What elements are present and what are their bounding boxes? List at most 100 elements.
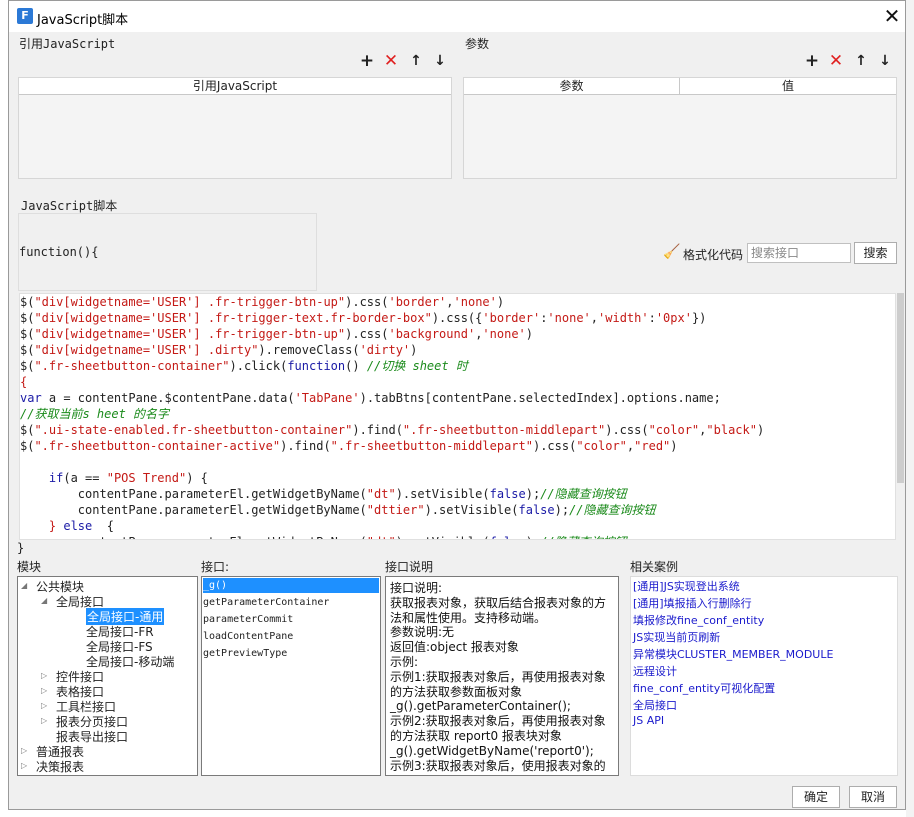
- module-tree-item[interactable]: 决策报表: [36, 758, 84, 775]
- code-editor[interactable]: $("div[widgetname='USER'] .fr-trigger-bt…: [19, 293, 896, 540]
- code-token: 'none': [453, 295, 497, 309]
- code-token: $(: [20, 423, 35, 437]
- expand-toggle-icon[interactable]: ▷: [41, 671, 47, 680]
- code-token: //切换 sheet 时: [366, 359, 468, 373]
- code-token: ) {: [186, 471, 208, 485]
- case-link[interactable]: fine_conf_entity可视化配置: [633, 680, 775, 696]
- code-token: contentPane.parameterEl.getWidgetByName(: [20, 503, 367, 517]
- description-header: 接口说明: [385, 560, 434, 574]
- brush-icon[interactable]: 🧹: [663, 244, 680, 260]
- code-token: ): [410, 343, 418, 357]
- code-token: ).css({: [431, 311, 483, 325]
- code-line[interactable]: $("div[widgetname='USER'] .fr-trigger-bt…: [20, 326, 895, 342]
- interface-item[interactable]: loadContentPane: [203, 629, 379, 644]
- ref-js-move-down-button[interactable]: ↓: [431, 52, 449, 70]
- code-token: 'TabPane': [294, 391, 360, 405]
- description-scrollbar[interactable]: [620, 576, 628, 776]
- code-line[interactable]: $("div[widgetname='USER'] .fr-trigger-bt…: [20, 294, 895, 310]
- interface-item[interactable]: _g(): [203, 578, 379, 593]
- cases-list[interactable]: [通用]JS实现登出系统 [通用]填报插入行删除行 填报修改fine_conf_en…: [630, 576, 898, 776]
- case-link[interactable]: 异常模块CLUSTER_MEMBER_MODULE: [633, 646, 833, 662]
- code-token: $(: [20, 439, 35, 453]
- code-line[interactable]: $(".ui-state-enabled.fr-sheetbutton-cont…: [20, 422, 895, 438]
- case-link[interactable]: [通用]JS实现登出系统: [633, 578, 740, 594]
- code-line[interactable]: contentPane.parameterEl.getWidgetByName(…: [20, 486, 895, 502]
- params-move-down-button[interactable]: ↓: [876, 52, 894, 70]
- expand-toggle-icon[interactable]: ▷: [41, 686, 47, 695]
- code-token: }: [20, 519, 64, 533]
- code-token: "red": [634, 439, 671, 453]
- expand-toggle-icon[interactable]: ▷: [41, 701, 47, 710]
- collapse-toggle-icon[interactable]: ◢: [41, 596, 47, 605]
- params-add-button[interactable]: +: [803, 52, 821, 70]
- cases-header: 相关案例: [630, 560, 679, 574]
- code-token: {: [92, 519, 114, 533]
- code-scrollbar-thumb[interactable]: [897, 293, 904, 483]
- code-token: ).css(: [605, 423, 649, 437]
- code-scrollbar[interactable]: [896, 293, 905, 540]
- code-line[interactable]: {: [20, 374, 895, 390]
- code-line[interactable]: $(".fr-sheetbutton-container").click(fun…: [20, 358, 895, 374]
- code-line[interactable]: contentPane.parameterEl.getWidgetByName(…: [20, 534, 895, 539]
- collapse-toggle-icon[interactable]: ◢: [21, 581, 27, 590]
- close-icon[interactable]: ✕: [881, 4, 903, 28]
- interface-item[interactable]: parameterCommit: [203, 612, 379, 627]
- code-token: ".fr-sheetbutton-container-active": [34, 439, 281, 453]
- params-column-value[interactable]: 值: [680, 78, 896, 95]
- search-interface-input[interactable]: 搜索接口: [747, 243, 851, 263]
- code-token: );: [525, 487, 541, 501]
- module-tree[interactable]: ◢ 公共模块 ◢ 全局接口 全局接口-通用 全局接口-FR 全局接口-FS 全局接口-移动端 ▷…: [17, 576, 198, 776]
- params-table[interactable]: 参数 值: [463, 77, 897, 179]
- params-move-up-button[interactable]: ↑: [852, 52, 870, 70]
- params-column-name[interactable]: 参数: [464, 78, 680, 95]
- case-link[interactable]: 全局接口: [633, 697, 677, 713]
- params-remove-button[interactable]: ✕: [827, 52, 845, 70]
- code-token: {: [20, 375, 28, 389]
- code-token: //隐藏查询按钮: [540, 535, 626, 539]
- code-token: $(: [20, 295, 35, 309]
- code-token: ).tabBtns[contentPane.selectedIndex].opt…: [359, 391, 721, 405]
- interface-item[interactable]: getParameterContainer: [203, 595, 379, 610]
- case-link[interactable]: [通用]填报插入行删除行: [633, 595, 752, 611]
- ref-js-remove-button[interactable]: ✕: [382, 52, 400, 70]
- code-line[interactable]: var a = contentPane.$contentPane.data('T…: [20, 390, 895, 406]
- search-button[interactable]: 搜索: [854, 242, 897, 264]
- ref-js-move-up-button[interactable]: ↑: [407, 52, 425, 70]
- ref-js-column-header[interactable]: 引用JavaScript: [19, 78, 451, 95]
- code-line[interactable]: contentPane.parameterEl.getWidgetByName(…: [20, 502, 895, 518]
- interface-item[interactable]: getPreviewType: [203, 646, 379, 661]
- case-link[interactable]: 远程设计: [633, 663, 677, 679]
- code-token: $(: [20, 311, 35, 325]
- code-token: ).css(: [532, 439, 577, 453]
- case-link[interactable]: JS实现当前页刷新: [633, 629, 720, 645]
- ref-js-add-button[interactable]: +: [358, 52, 376, 70]
- code-line[interactable]: if(a == "POS Trend") {: [20, 470, 895, 486]
- title-bar[interactable]: F JavaScript脚本 ✕: [9, 1, 905, 32]
- code-token: "dt": [367, 535, 396, 539]
- case-link[interactable]: JS API: [633, 714, 664, 727]
- code-line[interactable]: $("div[widgetname='USER'] .fr-trigger-te…: [20, 310, 895, 326]
- code-token: //隐藏查询按钮: [569, 503, 656, 517]
- code-line[interactable]: [20, 454, 895, 470]
- code-token: ): [756, 423, 765, 437]
- script-section-label: JavaScript脚本: [21, 199, 118, 213]
- function-close-label: }: [17, 541, 25, 555]
- code-line[interactable]: $("div[widgetname='USER'] .dirty").remov…: [20, 342, 895, 358]
- code-line[interactable]: //获取当前s heet 的名字: [20, 406, 895, 422]
- code-token: "div[widgetname='USER'] .dirty": [34, 343, 259, 357]
- ref-js-table[interactable]: 引用JavaScript: [18, 77, 452, 179]
- ok-button[interactable]: 确定: [792, 786, 840, 808]
- code-token: ".fr-sheetbutton-container": [34, 359, 230, 373]
- code-line[interactable]: $(".fr-sheetbutton-container-active").fi…: [20, 438, 895, 454]
- format-code-button[interactable]: 格式化代码: [683, 246, 743, 263]
- case-link[interactable]: 填报修改fine_conf_entity: [633, 612, 764, 628]
- expand-toggle-icon[interactable]: ▷: [41, 716, 47, 725]
- code-line[interactable]: } else {: [20, 518, 895, 534]
- cancel-button[interactable]: 取消: [849, 786, 897, 808]
- interface-list[interactable]: _g() getParameterContainer parameterCommit…: [201, 576, 381, 776]
- code-token: "POS Trend": [106, 471, 187, 485]
- code-token: "div[widgetname='USER'] .fr-trigger-text…: [34, 311, 432, 325]
- expand-toggle-icon[interactable]: ▷: [21, 746, 27, 755]
- expand-toggle-icon[interactable]: ▷: [21, 761, 27, 770]
